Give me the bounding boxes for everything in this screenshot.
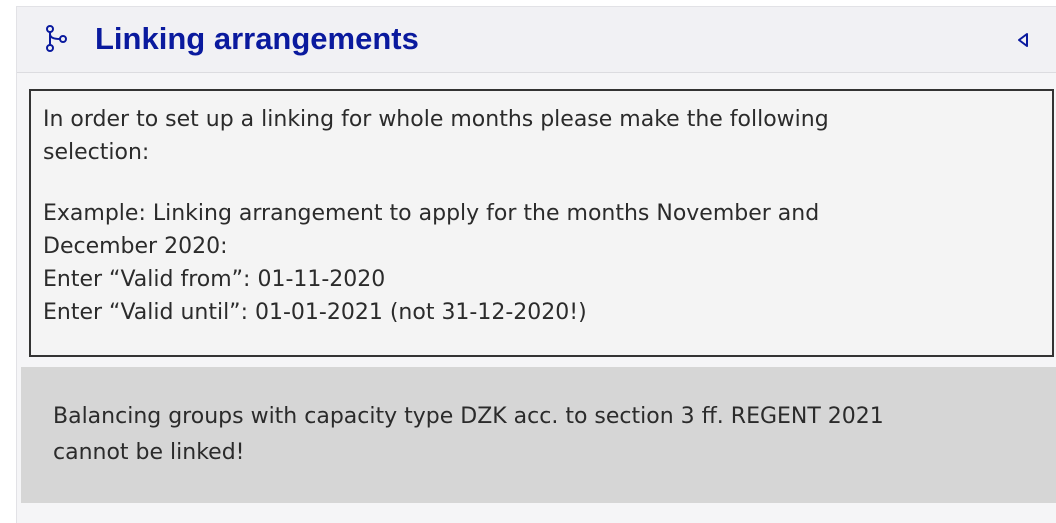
panel-title: Linking arrangements — [95, 21, 419, 56]
info-text-line: Enter “Valid from”: 01-11-2020 — [43, 267, 386, 292]
dzk-warning-box: Balancing groups with capacity type DZK … — [21, 367, 1056, 503]
info-text-line: selection: — [43, 140, 150, 165]
branch-link-icon — [45, 25, 67, 53]
info-text-line: In order to set up a linking for whole m… — [43, 107, 829, 132]
info-text-line: Example: Linking arrangement to apply fo… — [43, 201, 820, 226]
warning-text-line: Balancing groups with capacity type DZK … — [53, 404, 884, 429]
linking-arrangements-panel: Linking arrangements In order to set up … — [16, 6, 1056, 523]
info-text-line: Enter “Valid until”: 01-01-2021 (not 31-… — [43, 300, 587, 325]
warning-text-line: cannot be linked! — [53, 440, 245, 465]
panel-header[interactable]: Linking arrangements — [17, 7, 1056, 73]
collapse-triangle-left-icon[interactable] — [1014, 31, 1032, 49]
info-text-line: December 2020: — [43, 234, 228, 259]
linking-info-box: In order to set up a linking for whole m… — [29, 89, 1054, 357]
page-left-margin — [0, 0, 16, 523]
